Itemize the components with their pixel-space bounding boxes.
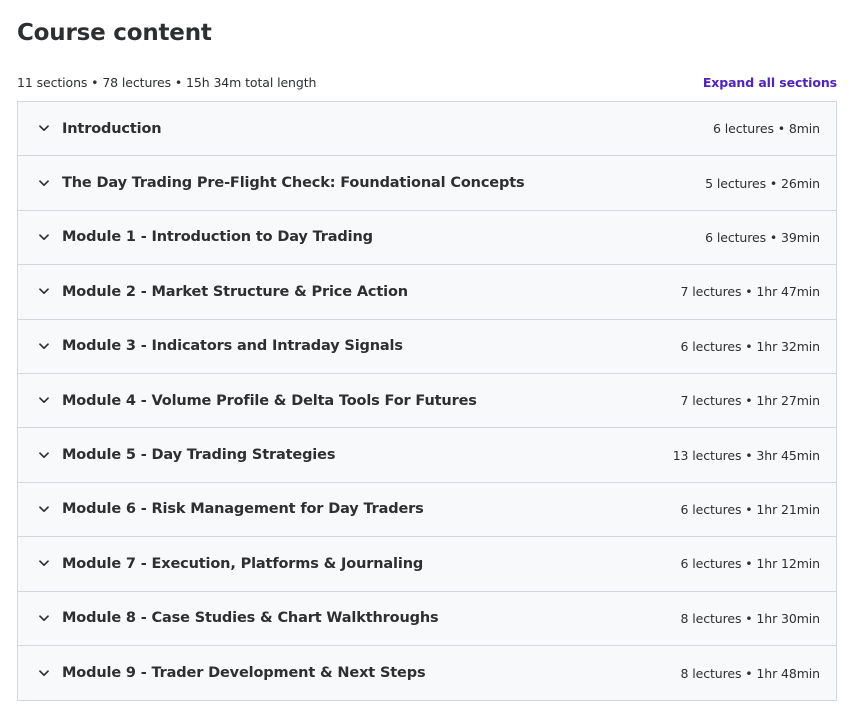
section-row[interactable]: Module 4 - Volume Profile & Delta Tools … [18, 373, 836, 429]
section-title: Module 2 - Market Structure & Price Acti… [62, 283, 408, 300]
section-row[interactable]: Module 9 - Trader Development & Next Ste… [18, 645, 836, 701]
section-header: Module 6 - Risk Management for Day Trade… [38, 501, 424, 517]
section-header: The Day Trading Pre-Flight Check: Founda… [38, 175, 525, 192]
section-header: Module 5 - Day Trading Strategies [38, 447, 335, 463]
section-header: Introduction [38, 120, 162, 137]
section-title: Module 8 - Case Studies & Chart Walkthro… [62, 610, 439, 627]
chevron-down-icon [38, 612, 50, 624]
course-summary: 11 sections • 78 lectures • 15h 34m tota… [17, 74, 317, 90]
section-title: Module 3 - Indicators and Intraday Signa… [62, 338, 403, 355]
section-title: Introduction [62, 120, 162, 137]
section-header: Module 4 - Volume Profile & Delta Tools … [38, 393, 477, 409]
section-meta: 13 lectures • 3hr 45min [672, 447, 820, 463]
section-meta: 8 lectures • 1hr 30min [680, 610, 821, 626]
chevron-down-icon [38, 123, 50, 135]
section-title: Module 1 - Introduction to Day Trading [62, 229, 373, 246]
course-summary-row: 11 sections • 78 lectures • 15h 34m tota… [17, 72, 837, 92]
section-meta: 6 lectures • 1hr 32min [680, 338, 821, 354]
section-meta: 5 lectures • 26min [705, 175, 820, 191]
page-title: Course content [17, 20, 212, 46]
section-row[interactable]: Introduction 6 lectures • 8min [18, 102, 836, 157]
section-header: Module 7 - Execution, Platforms & Journa… [38, 556, 423, 572]
section-row[interactable]: Module 5 - Day Trading Strategies 13 lec… [18, 428, 836, 483]
section-row[interactable]: Module 6 - Risk Management for Day Trade… [18, 482, 836, 538]
section-header: Module 8 - Case Studies & Chart Walkthro… [38, 610, 439, 626]
section-meta: 6 lectures • 1hr 12min [680, 556, 821, 572]
section-title: Module 9 - Trader Development & Next Ste… [62, 665, 426, 682]
section-row[interactable]: Module 1 - Introduction to Day Trading 6… [18, 210, 836, 266]
chevron-down-icon [38, 503, 50, 515]
section-header: Module 2 - Market Structure & Price Acti… [38, 284, 408, 300]
section-meta: 6 lectures • 8min [713, 121, 820, 137]
chevron-down-icon [38, 177, 50, 189]
section-header: Module 3 - Indicators and Intraday Signa… [38, 338, 403, 354]
chevron-down-icon [38, 231, 50, 243]
section-header: Module 1 - Introduction to Day Trading [38, 229, 373, 245]
sections-list: Introduction 6 lectures • 8min The Day T… [17, 101, 837, 702]
chevron-down-icon [38, 558, 50, 570]
section-header: Module 9 - Trader Development & Next Ste… [38, 665, 426, 682]
section-row[interactable]: Module 2 - Market Structure & Price Acti… [18, 265, 836, 320]
section-meta: 7 lectures • 1hr 47min [680, 284, 821, 300]
section-title: Module 7 - Execution, Platforms & Journa… [62, 555, 424, 572]
expand-all-sections-button[interactable]: Expand all sections [703, 75, 837, 90]
section-title: Module 5 - Day Trading Strategies [62, 447, 336, 464]
chevron-down-icon [38, 395, 50, 407]
chevron-down-icon [38, 286, 50, 298]
section-title: Module 4 - Volume Profile & Delta Tools … [62, 392, 477, 409]
section-title: The Day Trading Pre-Flight Check: Founda… [62, 175, 525, 192]
chevron-down-icon [38, 340, 50, 352]
section-meta: 6 lectures • 39min [705, 229, 820, 245]
chevron-down-icon [38, 449, 50, 461]
chevron-down-icon [38, 667, 50, 679]
section-meta: 7 lectures • 1hr 27min [680, 393, 821, 409]
section-row[interactable]: Module 8 - Case Studies & Chart Walkthro… [18, 591, 836, 646]
section-row[interactable]: Module 7 - Execution, Platforms & Journa… [18, 537, 836, 592]
section-row[interactable]: Module 3 - Indicators and Intraday Signa… [18, 319, 836, 374]
section-title: Module 6 - Risk Management for Day Trade… [62, 501, 424, 518]
section-meta: 6 lectures • 1hr 21min [680, 501, 821, 517]
section-meta: 8 lectures • 1hr 48min [680, 665, 821, 681]
section-row[interactable]: The Day Trading Pre-Flight Check: Founda… [18, 156, 836, 211]
